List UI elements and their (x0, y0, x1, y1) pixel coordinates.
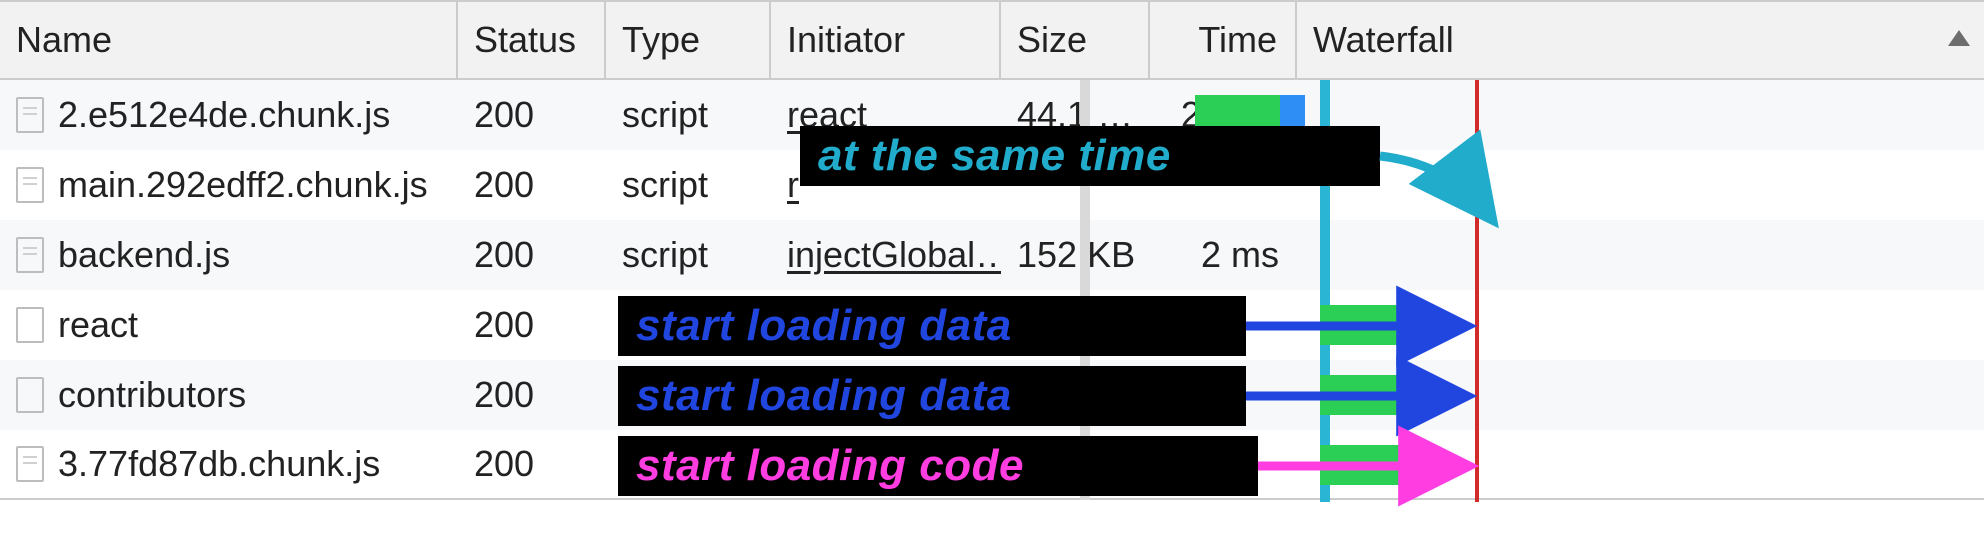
col-header-name[interactable]: Name (0, 2, 458, 78)
col-header-size[interactable]: Size (1001, 2, 1150, 78)
file-blank-icon (16, 307, 44, 343)
waterfall-bar (1320, 445, 1425, 485)
table-header-row: Name Status Type Initiator Size Time Wat… (0, 0, 1984, 80)
request-type: script (606, 150, 771, 220)
request-initiator (771, 430, 1001, 498)
request-status: 200 (458, 150, 606, 220)
request-status: 200 (458, 360, 606, 430)
request-initiator[interactable]: injectGlobal… (787, 234, 1001, 276)
request-status: 200 (458, 290, 606, 360)
col-header-waterfall[interactable]: Waterfall (1297, 2, 1984, 78)
request-type (606, 290, 771, 360)
waterfall-timeline (1095, 80, 1978, 500)
waterfall-bar (1320, 305, 1400, 345)
file-script-icon (16, 446, 44, 482)
request-initiator (771, 360, 1001, 430)
request-type (606, 360, 771, 430)
request-name: backend.js (58, 234, 230, 276)
col-header-waterfall-label: Waterfall (1313, 19, 1454, 61)
request-type: script (606, 80, 771, 150)
request-status: 200 (458, 430, 606, 498)
network-table: Name Status Type Initiator Size Time Wat… (0, 0, 1984, 500)
request-type: script (606, 220, 771, 290)
request-initiator[interactable]: react (787, 94, 867, 136)
request-name: contributors (58, 374, 246, 416)
request-name: main.292edff2.chunk.js (58, 164, 428, 206)
request-initiator (771, 290, 1001, 360)
col-header-status[interactable]: Status (458, 2, 606, 78)
timeline-marker-red (1475, 80, 1479, 502)
file-script-icon (16, 237, 44, 273)
request-status: 200 (458, 80, 606, 150)
col-header-type[interactable]: Type (606, 2, 771, 78)
request-name: react (58, 304, 138, 346)
col-header-time[interactable]: Time (1150, 2, 1297, 78)
waterfall-bar (1320, 375, 1400, 415)
request-name: 3.77fd87db.chunk.js (58, 443, 380, 485)
waterfall-bar (1195, 95, 1305, 135)
timeline-marker-cyan (1320, 80, 1330, 502)
file-script-icon (16, 97, 44, 133)
file-blank-icon (16, 377, 44, 413)
request-initiator[interactable]: r (787, 164, 799, 206)
col-header-initiator[interactable]: Initiator (771, 2, 1001, 78)
sort-ascending-icon (1948, 30, 1970, 46)
file-script-icon (16, 167, 44, 203)
request-status: 200 (458, 220, 606, 290)
column-divider (1080, 80, 1090, 500)
request-name: 2.e512e4de.chunk.js (58, 94, 390, 136)
request-type (606, 430, 771, 498)
